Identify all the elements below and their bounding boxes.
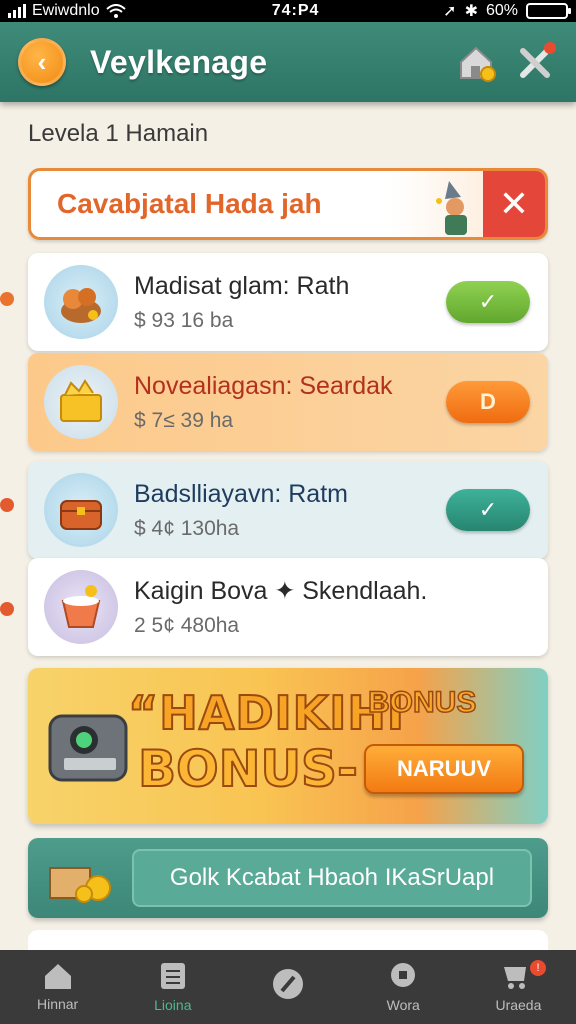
tab-chat[interactable]: Wora	[346, 950, 461, 1024]
item-action-button[interactable]: D	[446, 381, 530, 423]
item-title: Madisat glam: Rath	[134, 271, 350, 300]
tab-label: Lioina	[154, 997, 192, 1013]
location-icon: ➚	[443, 3, 457, 20]
gift-crate-icon	[49, 867, 111, 903]
side-indicator-dot	[0, 292, 14, 306]
tab-list[interactable]: Lioina	[115, 950, 230, 1024]
chest-icon	[44, 473, 118, 547]
chat-icon	[391, 963, 416, 987]
close-icon: ✕	[498, 183, 530, 224]
home-shop-button[interactable]	[454, 40, 498, 84]
banner-close-button[interactable]: ✕	[483, 171, 545, 237]
notification-badge: !	[530, 960, 547, 976]
tab-label: Hinnar	[36, 996, 79, 1012]
collect-bar[interactable]: Golk Kcabat Hbaoh IKaSrUapl	[28, 838, 548, 918]
app-header: ‹ Veylkenage	[0, 22, 576, 102]
notice-banner[interactable]: Cavabjatal Hada jah ✕	[28, 168, 548, 240]
tab-label: Uraeda	[495, 997, 542, 1013]
item-action-button[interactable]: ✓	[446, 489, 530, 531]
item-title: Novealiagasn: Seardak	[134, 371, 393, 400]
basket-icon	[44, 265, 118, 339]
level-heading: Levela 1 Hamain	[28, 120, 209, 147]
treasure-box-icon	[44, 365, 118, 439]
wizard-character-icon	[436, 181, 467, 235]
list-icon	[160, 963, 185, 989]
signal-icon	[8, 4, 26, 18]
checkmark-icon: ✓	[478, 289, 498, 314]
promo-action-button[interactable]: NARUUV	[364, 744, 524, 794]
page-title: Veylkenage	[90, 43, 268, 80]
item-title: Badslliayavn: Ratm	[134, 479, 348, 508]
item-price: 2 5¢ 480ha	[134, 614, 240, 637]
tab-center[interactable]	[230, 950, 345, 1024]
bottom-tab-bar: Hinnar Lioina Wora ! Uraeda	[0, 950, 576, 1024]
back-arrow-icon: ‹	[37, 46, 47, 77]
status-time: 74:P4	[271, 2, 320, 19]
battery-percent: 60%	[485, 2, 518, 19]
item-action-label: D	[480, 389, 496, 414]
wifi-icon	[105, 4, 126, 18]
list-item[interactable]: Badslliayavn: Ratm $ 4¢ 130ha ✓	[28, 461, 548, 559]
bonus-promo-banner[interactable]: “HADIKIHI BONUS- BONUS NARUUV	[28, 668, 548, 824]
bluetooth-icon: ✱	[464, 3, 478, 20]
tab-label: Wora	[386, 997, 420, 1013]
back-button[interactable]: ‹	[18, 38, 66, 86]
item-price: $ 7≤ 39 ha	[134, 408, 234, 432]
tools-button[interactable]	[514, 40, 558, 84]
tab-home[interactable]: Hinnar	[0, 950, 115, 1024]
collect-button[interactable]: Golk Kcabat Hbaoh IKaSrUapl	[132, 849, 532, 907]
slash-circle-icon	[273, 969, 303, 999]
tab-cart[interactable]: ! Uraeda	[461, 950, 576, 1024]
item-title: Kaigin Bova ✦ Skendlaah.	[134, 577, 428, 605]
list-item[interactable]: Kaigin Bova ✦ Skendlaah. 2 5¢ 480ha	[28, 558, 548, 656]
status-bar: Ewiwdnlo 74:P4 ➚ ✱ 60%	[0, 0, 576, 22]
list-item[interactable]: Novealiagasn: Seardak $ 7≤ 39 ha D	[28, 353, 548, 451]
list-item[interactable]: Madisat glam: Rath $ 93 16 ba ✓	[28, 253, 548, 351]
side-indicator-dot	[0, 602, 14, 616]
item-price: $ 93 16 ba	[134, 308, 234, 332]
home-icon	[44, 964, 71, 989]
promo-headline: “HADIKIHI	[127, 685, 406, 741]
cup-icon	[44, 570, 118, 644]
checkmark-icon: ✓	[478, 497, 498, 522]
carrier-name: Ewiwdnlo	[32, 2, 100, 19]
side-indicator-dot	[0, 498, 14, 512]
camera-device-icon	[48, 714, 128, 782]
promo-bonus-tag: BONUS	[367, 685, 477, 720]
item-price: $ 4¢ 130ha	[134, 516, 240, 540]
item-action-button[interactable]: ✓	[446, 281, 530, 323]
battery-icon	[526, 3, 571, 19]
promo-bonus-text: BONUS-	[137, 739, 359, 799]
